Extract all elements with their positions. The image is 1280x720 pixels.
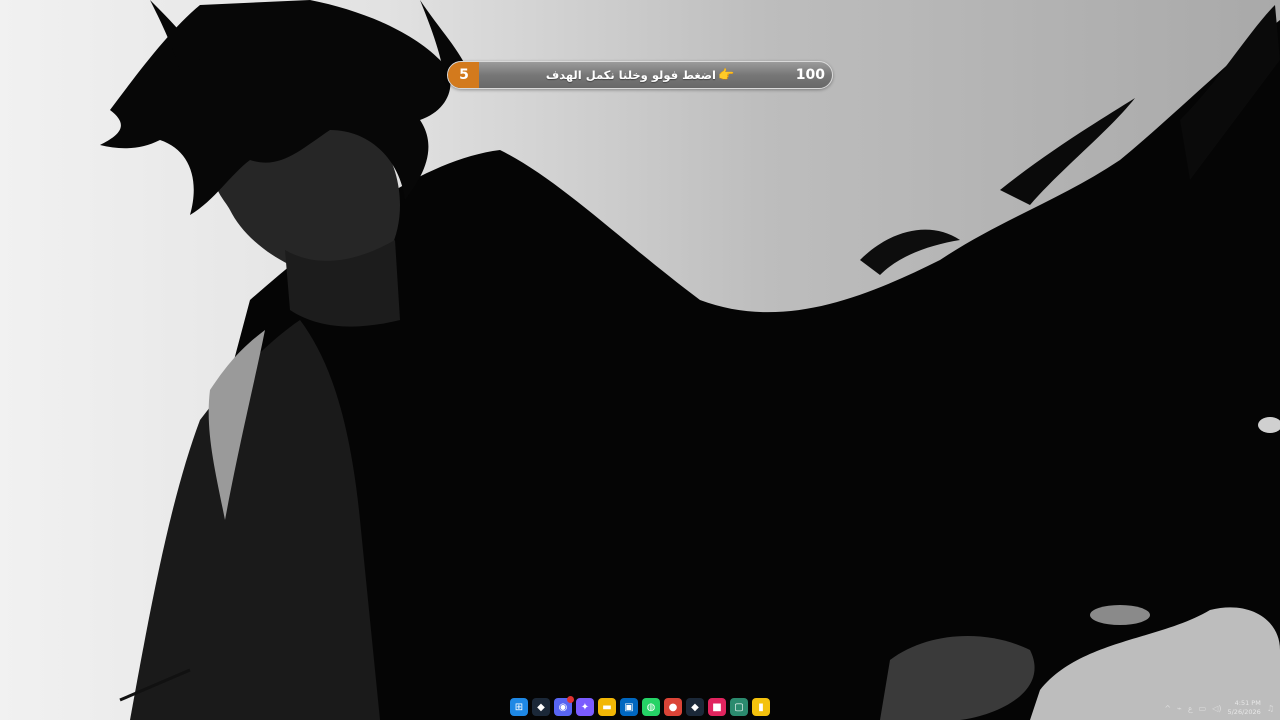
input-language-indicator[interactable]: ع [1188,704,1193,713]
taskbar-pinned-apps: ⊞ ◆ ◉ ✦ ▬ ▣ ◍ ● ◆ ■ ▢ ▮ [510,696,770,716]
taskbar: ⊞ ◆ ◉ ✦ ▬ ▣ ◍ ● ◆ ■ ▢ ▮ ^ ⌁ ع ▭ ◁) 4:51 PM 5/26/202… [0,696,1280,720]
follow-goal-widget: 5 اضغط فولو وخلنا نكمل الهدف 👉 100 [447,61,833,89]
steam-icon[interactable]: ◆ [532,698,550,716]
start-icon[interactable]: ⊞ [510,698,528,716]
goal-target-count: 100 [795,67,825,83]
notification-bell-icon[interactable]: ♫ [1267,704,1274,713]
whatsapp-icon[interactable]: ◍ [642,698,660,716]
copilot-icon[interactable]: ✦ [576,698,594,716]
pointing-hand-icon: 👉 [717,67,735,83]
goal-current-count: 5 [459,67,469,83]
taskbar-clock[interactable]: 4:51 PM 5/26/2026 [1227,699,1260,717]
goal-label: اضغط فولو وخلنا نكمل الهدف [545,68,716,82]
app-yellow-icon[interactable]: ▮ [752,698,770,716]
tray-chevron-up-icon[interactable]: ^ [1164,704,1171,713]
file-explorer-icon[interactable]: ▬ [598,698,616,716]
goal-label-container: اضغط فولو وخلنا نكمل الهدف 👉 [508,62,772,88]
app-red-icon[interactable]: ■ [708,698,726,716]
tray-monitor-icon[interactable]: ▭ [1199,704,1207,713]
store-icon[interactable]: ▣ [620,698,638,716]
discord-icon[interactable]: ◉ [554,696,574,716]
steam-2-icon[interactable]: ◆ [686,698,704,716]
app-green-icon[interactable]: ▢ [730,698,748,716]
clock-time: 4:51 PM [1234,699,1261,707]
anime-wallpaper [100,0,1280,720]
tray-network-icon[interactable]: ⌁ [1177,704,1182,713]
tray-volume-icon[interactable]: ◁) [1212,704,1221,713]
chrome-icon[interactable]: ● [664,698,682,716]
desktop: 5 اضغط فولو وخلنا نكمل الهدف 👉 100 ⊞ ◆ ◉ ✦ ▬… [0,0,1280,720]
notification-badge [567,696,574,703]
system-tray: ^ ⌁ ع ▭ ◁) 4:51 PM 5/26/2026 ♫ [1164,696,1280,720]
clock-date: 5/26/2026 [1227,708,1261,716]
wallpaper-splash-3 [1090,605,1150,625]
